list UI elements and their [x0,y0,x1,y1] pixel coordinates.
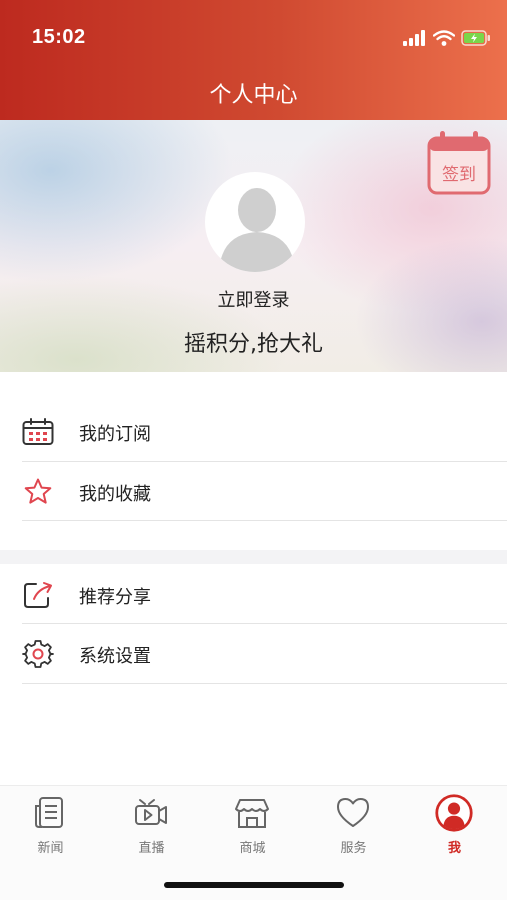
menu-label: 系统设置 [79,646,151,667]
menu-item-settings[interactable]: 系统设置 [0,624,507,682]
menu-label: 我的订阅 [79,424,151,445]
signal-icon [403,30,425,46]
tab-label: 商城 [239,841,266,856]
app-header: 15:02 个人中心 [0,0,507,120]
menu-item-share[interactable]: 推荐分享 [0,565,507,623]
tab-me[interactable]: 我 [404,786,505,866]
tab-label: 服务 [340,841,367,856]
divider [22,683,507,684]
signin-label: 签到 [442,165,476,185]
video-icon [135,799,167,825]
menu-item-subscriptions[interactable]: 我的订阅 [0,402,507,460]
tab-news[interactable]: 新闻 [0,786,101,866]
tab-services[interactable]: 服务 [303,786,404,866]
store-icon [235,799,269,828]
menu-item-favorites[interactable]: 我的收藏 [0,462,507,520]
tab-label: 直播 [138,841,165,856]
tab-label: 新闻 [37,841,64,856]
signin-button[interactable]: 签到 [426,130,492,196]
home-indicator [164,882,344,888]
section-gap [0,550,507,564]
page-title: 个人中心 [209,83,298,108]
profile-banner: 签到 立即登录 摇积分,抢大礼 [0,120,507,372]
login-link[interactable]: 立即登录 [0,286,507,312]
news-icon [35,797,63,828]
heart-icon [337,798,369,827]
tab-live[interactable]: 直播 [101,786,202,866]
status-time: 15:02 [32,26,86,48]
tab-label: 我 [447,841,461,856]
default-avatar-icon [219,188,295,272]
wifi-icon [433,30,455,46]
calendar-icon [22,418,54,445]
status-icons [403,28,491,48]
tab-store[interactable]: 商城 [202,786,303,866]
divider [22,520,507,521]
share-icon [24,582,52,608]
menu-label: 我的收藏 [79,484,151,505]
gear-icon [22,640,54,668]
points-slogan: 摇积分,抢大礼 [184,332,323,357]
avatar[interactable] [205,172,305,272]
battery-icon [461,30,490,46]
menu-label: 推荐分享 [79,587,151,608]
user-icon [435,794,473,832]
star-icon [24,478,52,504]
